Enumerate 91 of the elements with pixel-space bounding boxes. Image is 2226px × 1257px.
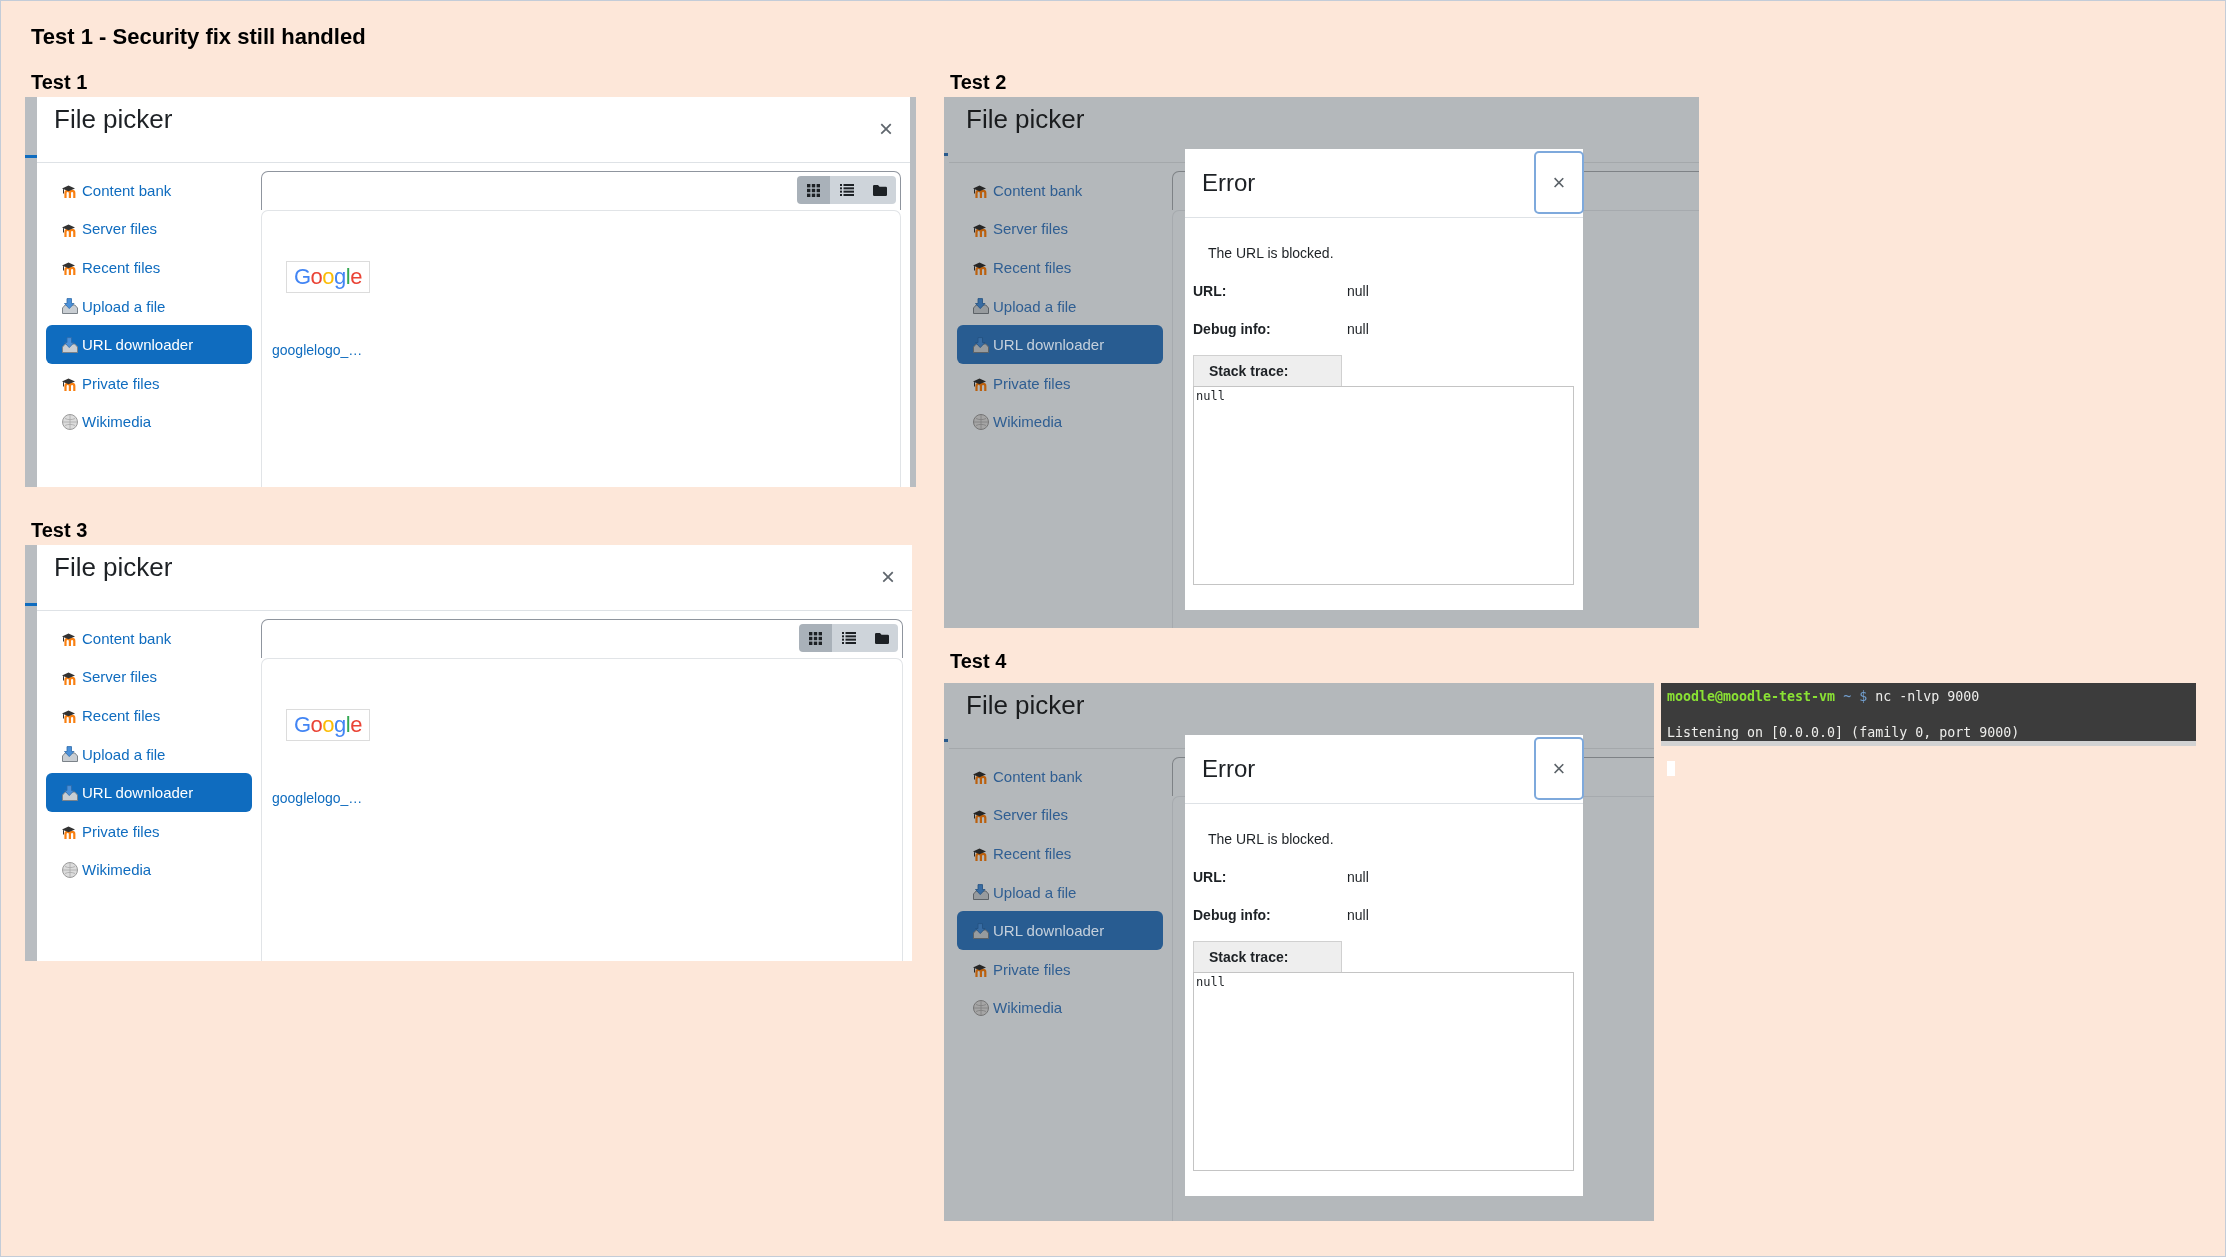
dialog-title: Error <box>1202 168 1256 198</box>
slide-heading: Test 1 - Security fix still handled <box>31 23 366 51</box>
close-button[interactable]: × <box>874 117 898 141</box>
section-label: Test 2 <box>950 70 1007 94</box>
repository-link[interactable]: Server files <box>46 209 252 249</box>
dialog-title: File picker <box>54 551 173 583</box>
repository-link[interactable]: Upload a file <box>957 872 1163 912</box>
repository-link[interactable]: Recent files <box>957 834 1163 873</box>
terminal-line: moodle@moodle-test-vm ~ $ nc -nlvp 9000 <box>1667 688 1980 706</box>
globe-icon <box>973 999 989 1016</box>
repository-link[interactable]: Content bank <box>46 171 252 210</box>
repository-link[interactable]: Recent files <box>46 248 252 287</box>
close-button[interactable]: × <box>1534 151 1584 214</box>
field-value: null <box>1347 320 1369 339</box>
section-label: Test 1 <box>31 70 88 94</box>
download-tray-icon <box>62 784 78 801</box>
grid-icon <box>807 183 820 197</box>
repository-link[interactable]: Server files <box>957 795 1163 835</box>
download-tray-icon <box>62 746 78 763</box>
stack-trace-header: Stack trace: <box>1193 941 1342 972</box>
close-button[interactable]: × <box>1534 737 1584 800</box>
repository-link[interactable]: Recent files <box>46 696 252 735</box>
repository-link[interactable]: Private files <box>957 949 1163 989</box>
field-label: Debug info: <box>1193 320 1272 339</box>
list-icon <box>841 632 856 644</box>
tab-indicator <box>944 739 948 742</box>
repository-link[interactable]: Wikimedia <box>957 988 1163 1028</box>
section-label: Test 4 <box>950 649 1007 673</box>
field-label: URL: <box>1193 868 1228 887</box>
repository-link[interactable]: Upload a file <box>957 286 1163 326</box>
tab-indicator <box>25 603 37 606</box>
stack-trace-field[interactable]: null <box>1193 386 1574 585</box>
download-tray-icon <box>973 884 989 901</box>
repository-link[interactable]: Content bank <box>957 757 1163 796</box>
dialog-title: File picker <box>966 103 1085 135</box>
repository-link[interactable]: URL downloader <box>957 911 1163 950</box>
repository-link[interactable]: Recent files <box>957 248 1163 287</box>
download-tray-icon <box>62 336 78 353</box>
view-toggle-button[interactable] <box>797 176 830 204</box>
repository-link[interactable]: URL downloader <box>46 773 252 812</box>
download-tray-icon <box>973 298 989 315</box>
error-message: The URL is blocked. <box>1208 244 1335 263</box>
file-name-link[interactable]: googlelogo_… <box>272 341 370 359</box>
folder-icon <box>874 632 889 644</box>
section-label: Test 3 <box>31 518 88 542</box>
repository-link[interactable]: Content bank <box>46 619 252 658</box>
image-thumbnail[interactable]: Google <box>286 709 370 741</box>
repository-link[interactable]: Private files <box>46 363 252 403</box>
download-tray-icon <box>62 298 78 315</box>
view-toggle-button[interactable] <box>832 624 865 652</box>
tab-indicator <box>25 155 37 158</box>
repository-link[interactable]: URL downloader <box>957 325 1163 364</box>
view-toggle-button[interactable] <box>830 176 863 204</box>
error-message: The URL is blocked. <box>1208 830 1335 849</box>
dialog-title: Error <box>1202 754 1256 784</box>
view-toggle-button[interactable] <box>865 624 898 652</box>
tab-indicator <box>944 153 948 156</box>
image-thumbnail[interactable]: Google <box>286 261 370 293</box>
field-label: Debug info: <box>1193 906 1272 925</box>
repository-link[interactable]: Wikimedia <box>46 402 252 442</box>
list-icon <box>839 184 854 196</box>
repository-link[interactable]: Server files <box>46 657 252 697</box>
repository-link[interactable]: URL downloader <box>46 325 252 364</box>
terminal-line: Listening on [0.0.0.0] (family 0, port 9000) <box>1667 724 2020 742</box>
download-tray-icon <box>973 336 989 353</box>
repository-link[interactable]: Private files <box>957 363 1163 403</box>
field-value: null <box>1347 868 1369 887</box>
field-value: null <box>1347 906 1369 925</box>
dialog-title: File picker <box>54 103 173 135</box>
repository-link[interactable]: Wikimedia <box>46 850 252 890</box>
dialog-title: File picker <box>966 689 1085 721</box>
repository-link[interactable]: Server files <box>957 209 1163 249</box>
field-value: null <box>1347 282 1369 301</box>
close-button[interactable]: × <box>876 565 900 589</box>
globe-icon <box>973 413 989 430</box>
stack-trace-header: Stack trace: <box>1193 355 1342 386</box>
repository-link[interactable]: Wikimedia <box>957 402 1163 442</box>
field-label: URL: <box>1193 282 1228 301</box>
folder-icon <box>872 184 887 196</box>
view-toggle-button[interactable] <box>799 624 832 652</box>
view-toggle-button[interactable] <box>863 176 896 204</box>
repository-link[interactable]: Upload a file <box>46 286 252 326</box>
file-name-link[interactable]: googlelogo_… <box>272 789 370 807</box>
globe-icon <box>62 413 78 430</box>
repository-link[interactable]: Content bank <box>957 171 1163 210</box>
grid-icon <box>809 631 822 645</box>
repository-link[interactable]: Upload a file <box>46 734 252 774</box>
repository-link[interactable]: Private files <box>46 811 252 851</box>
stack-trace-field[interactable]: null <box>1193 972 1574 1171</box>
globe-icon <box>62 861 78 878</box>
download-tray-icon <box>973 922 989 939</box>
